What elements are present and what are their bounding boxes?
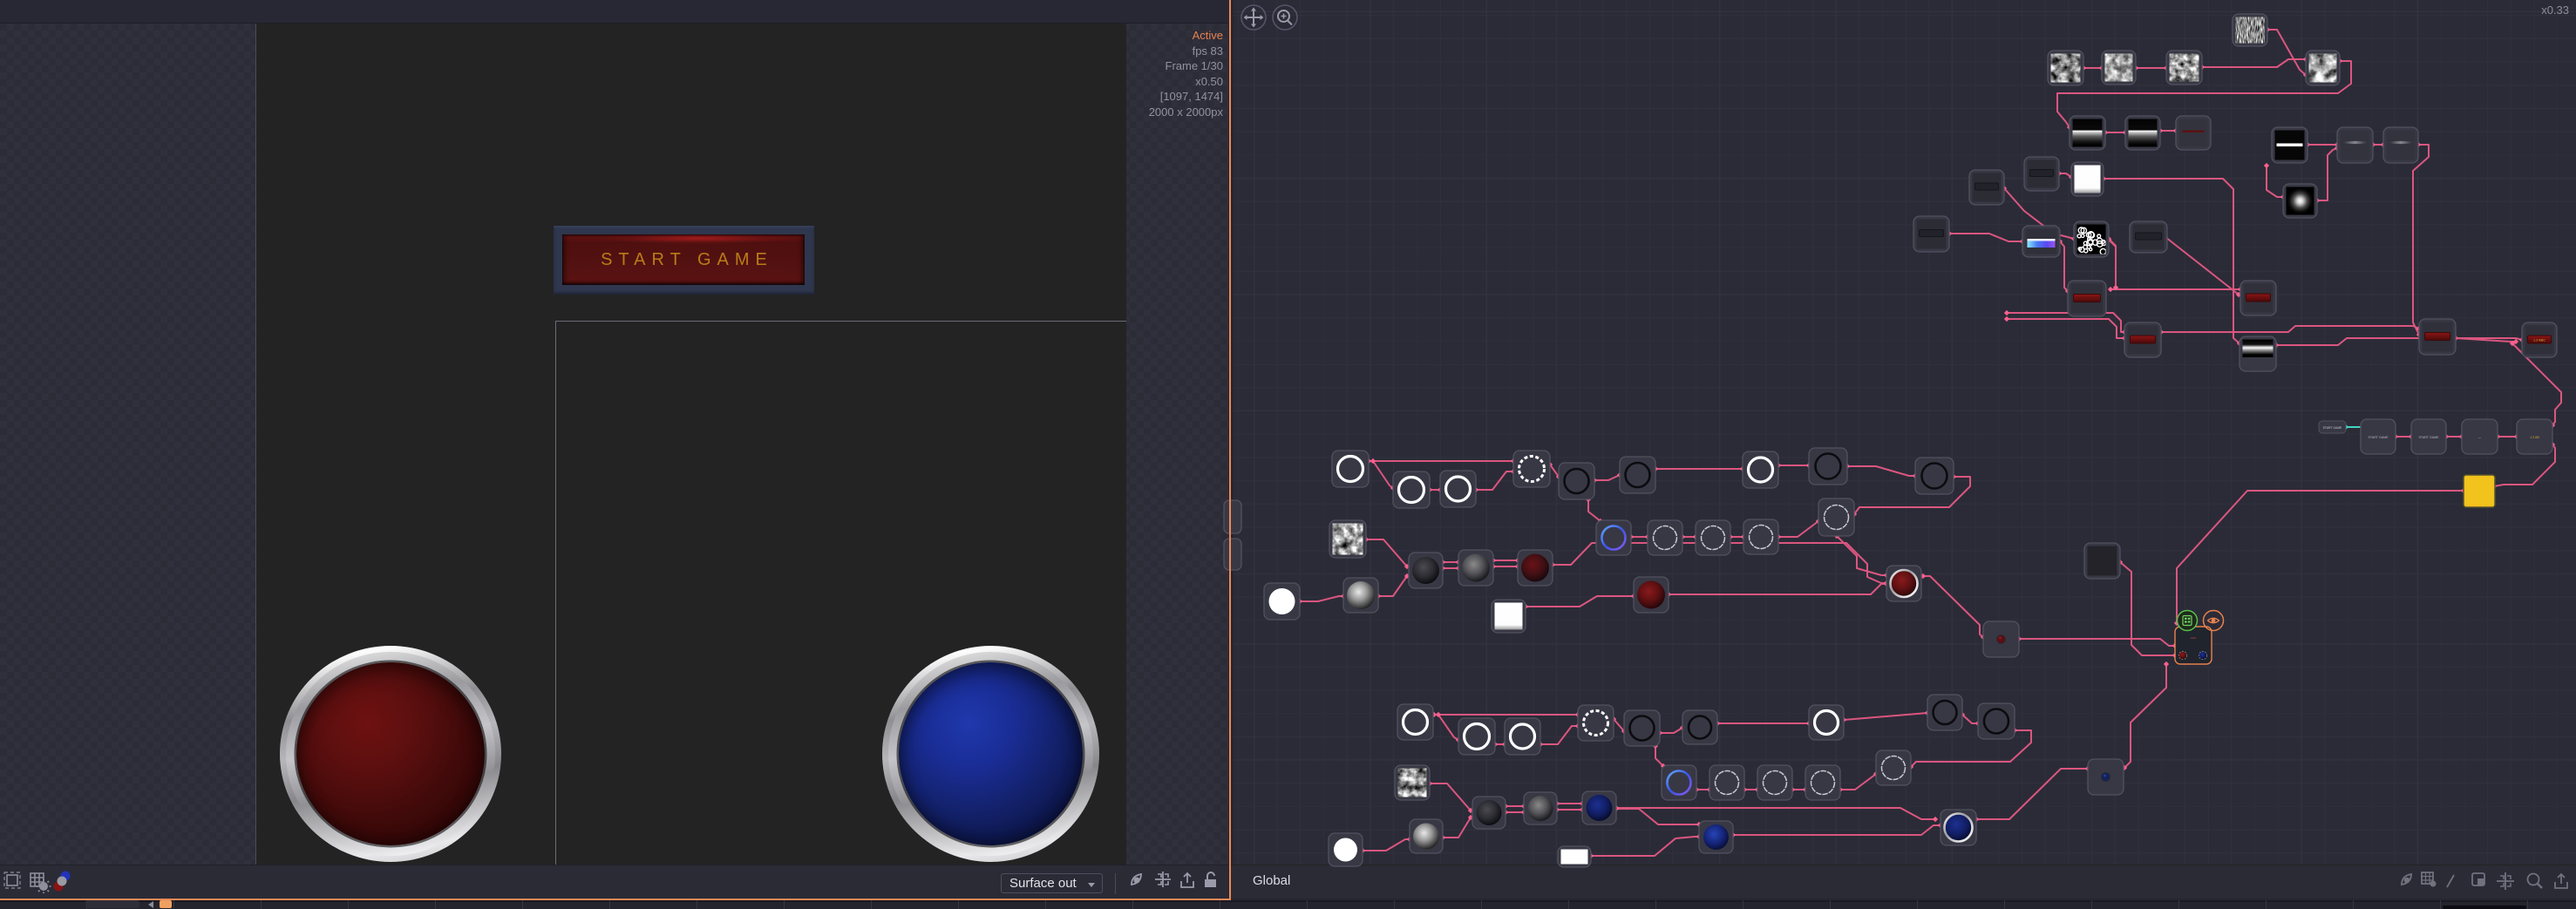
svg-text:START GAME: START GAME: [2419, 436, 2440, 439]
svg-text:1.2 AB: 1.2 AB: [2530, 436, 2539, 439]
svg-text:ooo: ooo: [2191, 635, 2197, 640]
svg-text:START GAME: START GAME: [2369, 436, 2389, 439]
svg-text:START GAME: START GAME: [2323, 426, 2342, 430]
svg-text:1.2 ABC: 1.2 ABC: [2533, 339, 2545, 343]
svg-text:...: ...: [2477, 435, 2481, 440]
